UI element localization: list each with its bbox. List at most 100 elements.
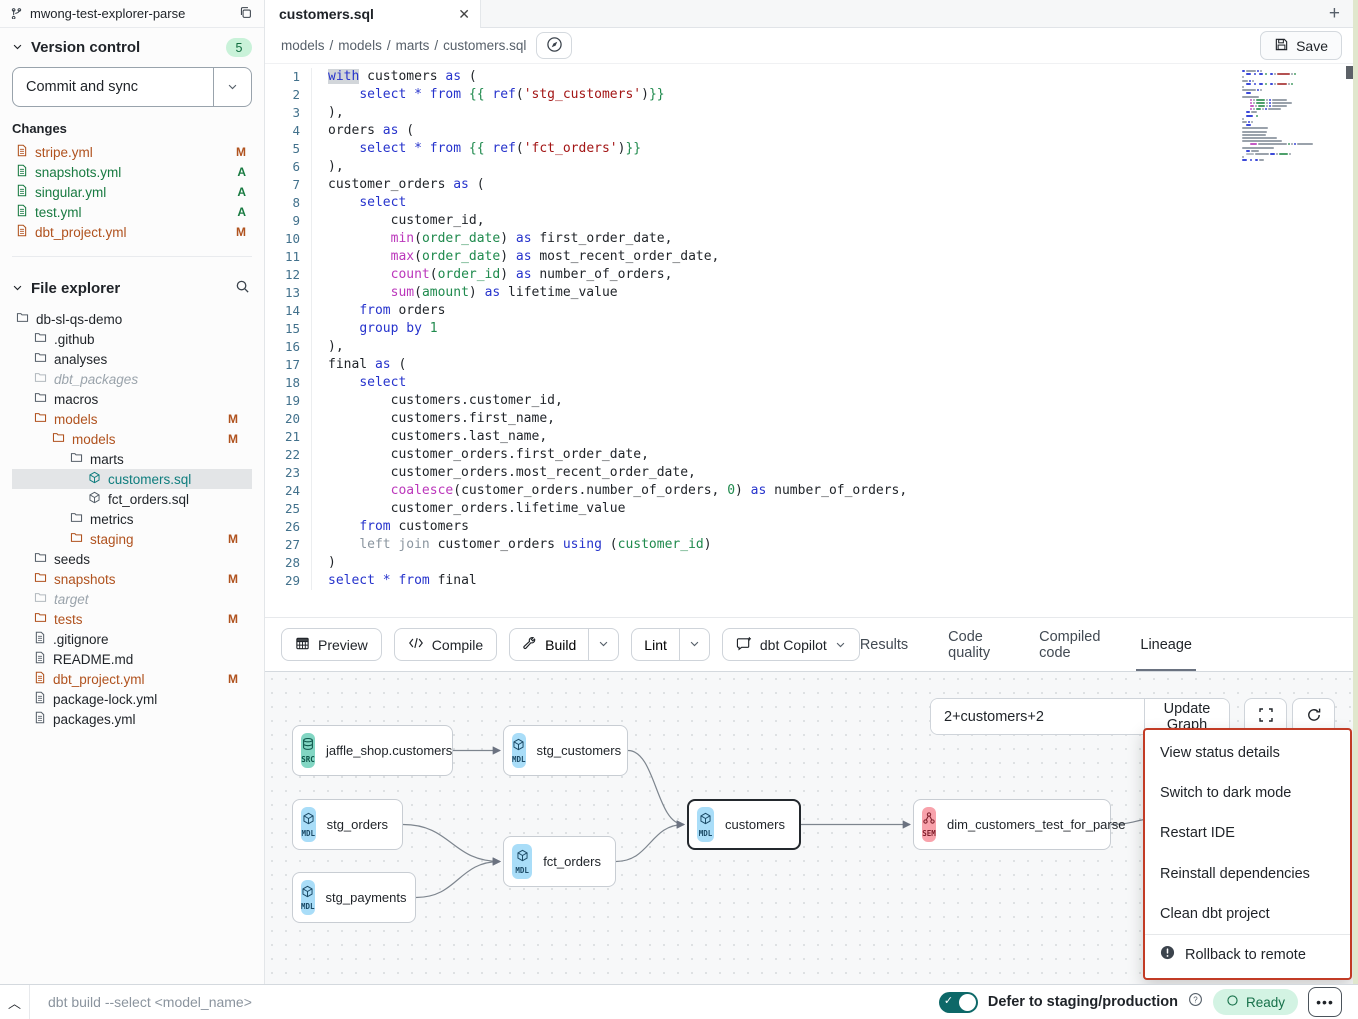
code-line-6[interactable]: 6), <box>265 158 1228 176</box>
change-item-dbt_project.yml[interactable]: dbt_project.yml M <box>12 222 252 242</box>
compile-button[interactable]: Compile <box>394 628 497 661</box>
dbt-copilot-button[interactable]: dbt Copilot <box>722 628 860 661</box>
code-line-12[interactable]: 12 count(order_id) as number_of_orders, <box>265 266 1228 284</box>
menu-item-rollback-to-remote[interactable]: Rollback to remote <box>1145 935 1350 975</box>
tree-item-models[interactable]: modelsM <box>12 429 252 449</box>
tree-item-metrics[interactable]: metrics <box>12 509 252 529</box>
code-line-7[interactable]: 7customer_orders as ( <box>265 176 1228 194</box>
collapse-command-bar-button[interactable]: ︿ <box>0 985 30 1019</box>
lineage-node-jaffle_shop.customers[interactable]: SRC jaffle_shop.customers <box>292 725 453 776</box>
tree-item-customers.sql[interactable]: customers.sql <box>12 469 252 489</box>
lineage-node-stg_payments[interactable]: MDL stg_payments <box>292 872 416 923</box>
change-item-singular.yml[interactable]: singular.yml A <box>12 182 252 202</box>
code-line-17[interactable]: 17final as ( <box>265 356 1228 374</box>
lineage-selector-input[interactable] <box>931 699 1144 734</box>
tree-item-dbt_project.yml[interactable]: dbt_project.ymlM <box>12 669 252 689</box>
tree-item-.gitignore[interactable]: .gitignore <box>12 629 252 649</box>
code-line-18[interactable]: 18 select <box>265 374 1228 392</box>
code-line-27[interactable]: 27 left join customer_orders using (cust… <box>265 536 1228 554</box>
tree-item-dbt_packages[interactable]: dbt_packages <box>12 369 252 389</box>
code-line-14[interactable]: 14 from orders <box>265 302 1228 320</box>
change-item-test.yml[interactable]: test.yml A <box>12 202 252 222</box>
code-line-5[interactable]: 5 select * from {{ ref('fct_orders')}} <box>265 140 1228 158</box>
code-line-8[interactable]: 8 select <box>265 194 1228 212</box>
tree-item-staging[interactable]: stagingM <box>12 529 252 549</box>
lineage-node-stg_customers[interactable]: MDL stg_customers <box>503 725 628 776</box>
new-tab-button[interactable]: + <box>1329 4 1340 23</box>
tree-item-macros[interactable]: macros <box>12 389 252 409</box>
close-tab-button[interactable]: ✕ <box>458 6 470 23</box>
code-line-25[interactable]: 25 customer_orders.lifetime_value <box>265 500 1228 518</box>
change-item-snapshots.yml[interactable]: snapshots.yml A <box>12 162 252 182</box>
code-line-10[interactable]: 10 min(order_date) as first_order_date, <box>265 230 1228 248</box>
code-line-21[interactable]: 21 customers.last_name, <box>265 428 1228 446</box>
lineage-node-fct_orders[interactable]: MDL fct_orders <box>503 836 616 887</box>
code-line-20[interactable]: 20 customers.first_name, <box>265 410 1228 428</box>
code-line-24[interactable]: 24 coalesce(customer_orders.number_of_or… <box>265 482 1228 500</box>
tree-item-seeds[interactable]: seeds <box>12 549 252 569</box>
tree-item-.github[interactable]: .github <box>12 329 252 349</box>
build-options-caret[interactable] <box>588 629 618 660</box>
code-line-11[interactable]: 11 max(order_date) as most_recent_order_… <box>265 248 1228 266</box>
help-icon[interactable]: ? <box>1188 992 1203 1012</box>
tree-item-marts[interactable]: marts <box>12 449 252 469</box>
code-line-26[interactable]: 26 from customers <box>265 518 1228 536</box>
breadcrumb-segment[interactable]: customers.sql <box>443 38 526 53</box>
code-line-13[interactable]: 13 sum(amount) as lifetime_value <box>265 284 1228 302</box>
chevron-down-icon[interactable] <box>12 281 23 296</box>
code-line-4[interactable]: 4orders as ( <box>265 122 1228 140</box>
tree-item-packages.yml[interactable]: packages.yml <box>12 709 252 729</box>
file-search-button[interactable] <box>233 277 252 299</box>
code-line-22[interactable]: 22 customer_orders.first_order_date, <box>265 446 1228 464</box>
code-line-28[interactable]: 28) <box>265 554 1228 572</box>
menu-item-switch-to-dark-mode[interactable]: Switch to dark mode <box>1145 773 1350 813</box>
tree-item-tests[interactable]: testsM <box>12 609 252 629</box>
commit-and-sync-button[interactable]: Commit and sync <box>13 68 213 106</box>
menu-item-reinstall-dependencies[interactable]: Reinstall dependencies <box>1145 854 1350 894</box>
open-in-explorer-button[interactable] <box>536 32 572 59</box>
code-line-9[interactable]: 9 customer_id, <box>265 212 1228 230</box>
code-area[interactable]: 1with customers as (2 select * from {{ r… <box>265 68 1228 590</box>
tab-results[interactable]: Results <box>860 618 908 671</box>
code-line-1[interactable]: 1with customers as ( <box>265 68 1228 86</box>
tree-item-db-sl-qs-demo[interactable]: db-sl-qs-demo <box>12 309 252 329</box>
build-button[interactable]: Build <box>510 629 588 660</box>
menu-item-clean-dbt-project[interactable]: Clean dbt project <box>1145 894 1350 934</box>
breadcrumb-segment[interactable]: models <box>338 38 382 53</box>
code-line-2[interactable]: 2 select * from {{ ref('stg_customers')}… <box>265 86 1228 104</box>
code-line-16[interactable]: 16), <box>265 338 1228 356</box>
lineage-node-customers[interactable]: MDL customers <box>687 799 801 850</box>
tab-code-quality[interactable]: Code quality <box>948 618 999 671</box>
lineage-node-dim_customers_test_for_parse[interactable]: SEM dim_customers_test_for_parse <box>913 799 1111 850</box>
code-editor[interactable]: 1with customers as (2 select * from {{ r… <box>265 64 1358 617</box>
change-item-stripe.yml[interactable]: stripe.yml M <box>12 142 252 162</box>
preview-button[interactable]: Preview <box>281 628 382 661</box>
menu-item-restart-ide[interactable]: Restart IDE <box>1145 813 1350 853</box>
tree-item-README.md[interactable]: README.md <box>12 649 252 669</box>
code-line-15[interactable]: 15 group by 1 <box>265 320 1228 338</box>
tree-item-fct_orders.sql[interactable]: fct_orders.sql <box>12 489 252 509</box>
tree-item-target[interactable]: target <box>12 589 252 609</box>
lineage-panel[interactable]: SRC jaffle_shop.customers MDL stg_custom… <box>265 672 1358 984</box>
tree-item-analyses[interactable]: analyses <box>12 349 252 369</box>
more-options-button[interactable]: ••• <box>1308 987 1342 1017</box>
code-line-3[interactable]: 3), <box>265 104 1228 122</box>
lineage-node-stg_orders[interactable]: MDL stg_orders <box>292 799 403 850</box>
menu-item-view-status-details[interactable]: View status details <box>1145 733 1350 773</box>
code-line-29[interactable]: 29select * from final <box>265 572 1228 590</box>
tree-item-package-lock.yml[interactable]: package-lock.yml <box>12 689 252 709</box>
defer-toggle[interactable]: ✓ <box>939 992 978 1013</box>
ide-status-badge[interactable]: Ready <box>1213 989 1298 1015</box>
code-line-19[interactable]: 19 customers.customer_id, <box>265 392 1228 410</box>
tab-compiled-code[interactable]: Compiled code <box>1039 618 1100 671</box>
chevron-down-icon[interactable] <box>12 40 23 55</box>
code-line-23[interactable]: 23 customer_orders.most_recent_order_dat… <box>265 464 1228 482</box>
tab-lineage[interactable]: Lineage <box>1140 618 1192 671</box>
tree-item-snapshots[interactable]: snapshotsM <box>12 569 252 589</box>
command-input[interactable]: dbt build --select <model_name> <box>48 994 939 1010</box>
editor-minimap[interactable] <box>1242 70 1342 162</box>
lint-options-caret[interactable] <box>679 629 709 660</box>
breadcrumb-segment[interactable]: marts <box>396 38 430 53</box>
tree-item-models[interactable]: modelsM <box>12 409 252 429</box>
save-button[interactable]: Save <box>1260 31 1342 60</box>
